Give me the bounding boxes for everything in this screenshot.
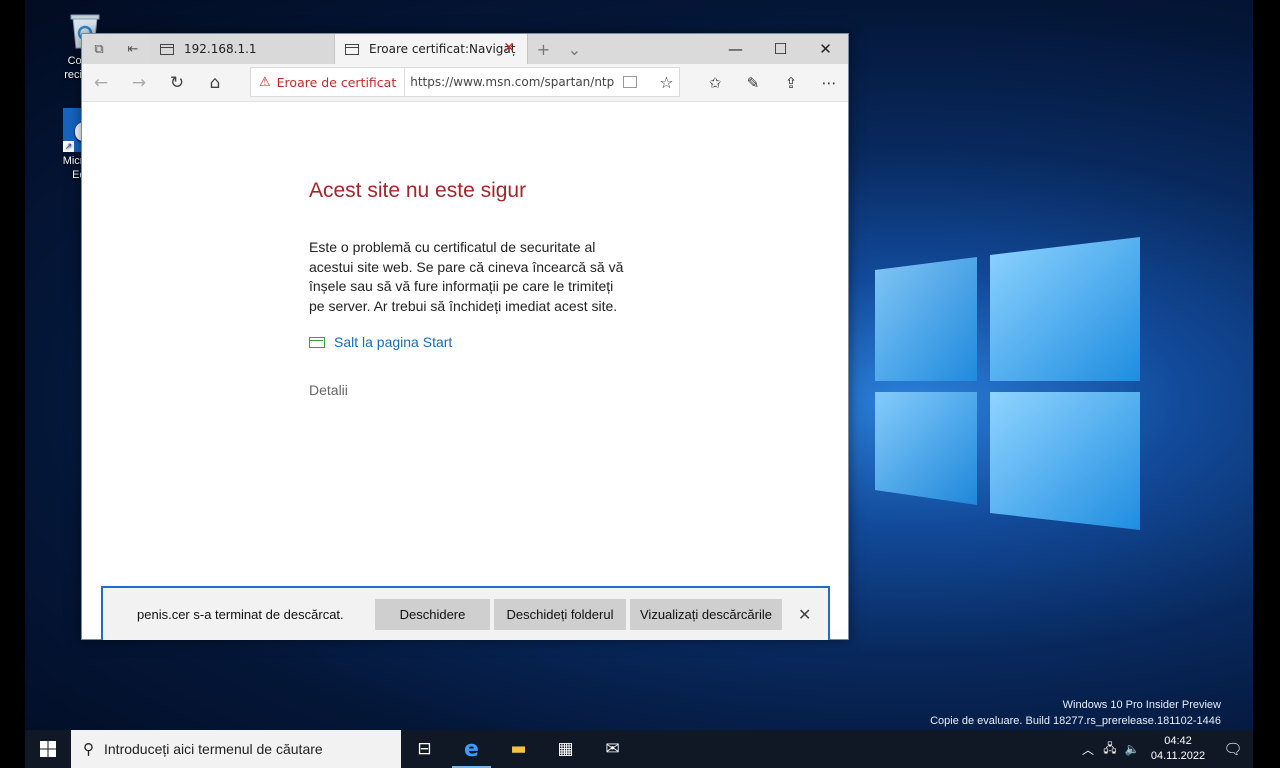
favorites-hub-icon[interactable]: ✩ — [696, 64, 734, 102]
view-downloads-button[interactable]: Vizualizați descărcările — [630, 598, 782, 630]
favorite-star-icon[interactable]: ☆ — [659, 73, 673, 92]
taskbar-edge-icon[interactable]: e — [448, 730, 495, 768]
warning-icon: ⚠ — [259, 74, 271, 90]
tab-title: Eroare certificat:Navigaț — [369, 42, 516, 56]
download-message: penis.cer s-a terminat de descărcat. — [137, 606, 344, 622]
volume-icon[interactable]: 🔈 — [1121, 742, 1143, 756]
minimize-icon[interactable]: — — [713, 34, 758, 64]
back-arrow-icon[interactable]: ← — [82, 64, 120, 102]
set-aside-tabs-icon[interactable]: ⧉ — [82, 34, 116, 64]
tab-cert-error[interactable]: Eroare certificat:Navigaț ✕ — [335, 34, 528, 64]
close-download-bar-icon[interactable]: ✕ — [798, 605, 811, 624]
details-toggle[interactable]: Detalii — [309, 382, 348, 398]
screen-border-right — [1253, 0, 1280, 768]
page-icon — [345, 43, 359, 55]
screen-border-left — [0, 0, 25, 768]
go-to-start-link[interactable]: Salt la pagina Start — [309, 334, 452, 350]
store-icon[interactable]: ▦ — [542, 730, 589, 768]
clock[interactable]: 04:42 04.11.2022 — [1143, 734, 1213, 764]
edge-browser-window[interactable]: ⧉ ⇤ 192.168.1.1 Eroare certificat:Naviga… — [81, 33, 849, 640]
tab-preview-chevron-icon[interactable]: ⌄ — [559, 40, 590, 59]
tabs-aside-icon[interactable]: ⇤ — [116, 34, 150, 64]
search-icon: ⚲ — [83, 741, 94, 758]
system-tray: ︿ 🖧 🔈 04:42 04.11.2022 🗨 — [1077, 730, 1253, 768]
watermark-line-2: Copie de evaluare. Build 18277.rs_prerel… — [930, 715, 1221, 727]
start-button[interactable] — [25, 730, 71, 768]
maximize-icon[interactable]: ☐ — [758, 34, 803, 64]
new-tab-icon[interactable]: + — [528, 40, 559, 59]
windows-start-icon — [40, 741, 56, 757]
clock-time: 04:42 — [1164, 735, 1192, 747]
certificate-error-button[interactable]: ⚠ Eroare de certificat — [251, 68, 406, 96]
network-icon[interactable]: 🖧 — [1099, 739, 1121, 760]
show-hidden-icons-chevron-icon[interactable]: ︿ — [1077, 741, 1099, 758]
page-title: Acest site nu este sigur — [309, 179, 527, 202]
address-bar[interactable]: ⚠ Eroare de certificat https://www.msn.c… — [250, 67, 680, 97]
page-content: Acest site nu este sigur Este o problemă… — [82, 102, 848, 640]
url-field[interactable]: https://www.msn.com/spartan/ntp?lo — [405, 75, 615, 89]
search-placeholder: Introduceți aici termenul de căutare — [104, 741, 323, 757]
error-description: Este o problemă cu certificatul de secur… — [309, 239, 624, 314]
page-icon — [160, 43, 174, 55]
windows-logo-wallpaper — [875, 235, 1145, 535]
task-view-icon[interactable]: ⊟ — [401, 730, 448, 768]
home-icon[interactable]: ⌂ — [196, 64, 234, 102]
open-folder-button[interactable]: Deschideți folderul — [494, 598, 626, 630]
refresh-icon[interactable]: ↻ — [158, 64, 196, 102]
reading-view-icon[interactable] — [623, 76, 638, 88]
pen-notes-icon[interactable]: ✎ — [734, 64, 772, 102]
shortcut-arrow-icon: ↗ — [63, 141, 74, 152]
more-menu-icon[interactable]: ⋯ — [810, 64, 848, 102]
clock-date: 04.11.2022 — [1150, 750, 1206, 762]
share-icon[interactable]: ⇪ — [772, 64, 810, 102]
tab-bar: ⧉ ⇤ 192.168.1.1 Eroare certificat:Naviga… — [82, 34, 848, 64]
forward-arrow-icon[interactable]: → — [120, 64, 158, 102]
start-link-label: Salt la pagina Start — [334, 334, 453, 350]
tab-close-icon[interactable]: ✕ — [503, 40, 515, 56]
mail-icon[interactable]: ✉ — [589, 730, 636, 768]
open-button[interactable]: Deschidere — [375, 598, 490, 630]
action-center-icon[interactable]: 🗨 — [1213, 740, 1253, 758]
watermark-line-1: Windows 10 Pro Insider Preview — [1062, 699, 1221, 711]
file-explorer-icon[interactable]: ▬ — [495, 730, 542, 768]
windows-watermark: Windows 10 Pro Insider Preview Copie de … — [930, 697, 1221, 729]
tab-router[interactable]: 192.168.1.1 — [150, 34, 335, 64]
tab-title: 192.168.1.1 — [184, 42, 257, 56]
start-page-icon — [309, 336, 325, 348]
cert-error-label: Eroare de certificat — [276, 74, 397, 90]
close-window-icon[interactable]: ✕ — [803, 34, 848, 64]
download-notification-bar: penis.cer s-a terminat de descărcat. Des… — [101, 586, 830, 640]
taskbar-search-box[interactable]: ⚲ Introduceți aici termenul de căutare — [71, 730, 401, 768]
navigation-bar: ← → ↻ ⌂ ⚠ Eroare de certificat https://w… — [82, 64, 848, 102]
taskbar: ⚲ Introduceți aici termenul de căutare ⊟… — [25, 730, 1253, 768]
